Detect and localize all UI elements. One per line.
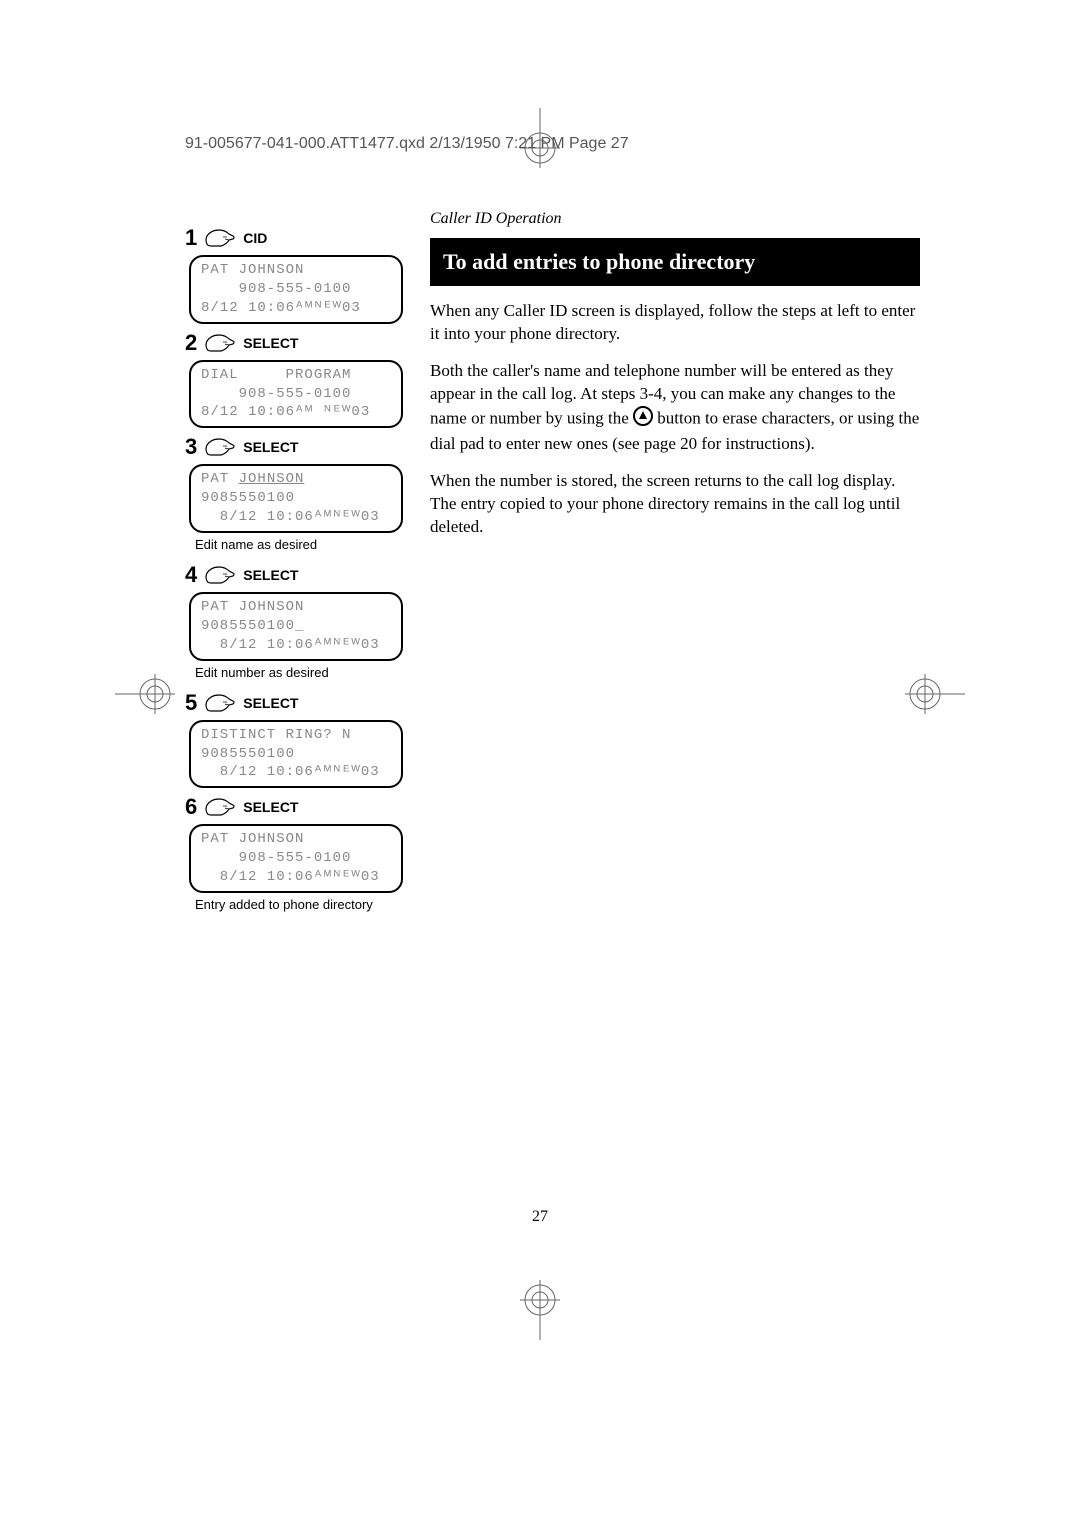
lcd-line: 8/12 10:06ᴬᴹᴺᴱᵂ03 bbox=[201, 868, 391, 887]
step-caption: Edit number as desired bbox=[195, 665, 405, 680]
step-header: 1 CID bbox=[185, 225, 405, 251]
press-finger-icon bbox=[203, 795, 237, 819]
press-finger-icon bbox=[203, 226, 237, 250]
step-number: 4 bbox=[185, 562, 197, 588]
step-number: 1 bbox=[185, 225, 197, 251]
step-header: 6 SELECT bbox=[185, 794, 405, 820]
lcd-line: PAT JOHNSON bbox=[201, 598, 391, 617]
lcd-line: 8/12 10:06ᴬᴹ ᴺᴱᵂ03 bbox=[201, 403, 391, 422]
lcd-screen: PAT JOHNSON9085550100 8/12 10:06ᴬᴹᴺᴱᵂ03 bbox=[189, 464, 403, 533]
step-label: SELECT bbox=[243, 695, 298, 711]
step-5: 5 SELECT DISTINCT RING? N9085550100 8/12 1… bbox=[185, 690, 405, 789]
step-header: 3 SELECT bbox=[185, 434, 405, 460]
lcd-screen: PAT JOHNSON 908-555-01008/12 10:06ᴬᴹᴺᴱᵂ0… bbox=[189, 255, 403, 324]
crop-mark-right-icon bbox=[905, 664, 965, 724]
press-finger-icon bbox=[203, 563, 237, 587]
step-1: 1 CID PAT JOHNSON 908-555-01008/12 10:06ᴬᴹ… bbox=[185, 225, 405, 324]
body-text: When any Caller ID screen is displayed, … bbox=[430, 300, 920, 538]
press-finger-icon bbox=[203, 691, 237, 715]
step-3: 3 SELECT PAT JOHNSON9085550100 8/12 10:06ᴬ… bbox=[185, 434, 405, 552]
page-title: To add entries to phone directory bbox=[430, 238, 920, 286]
step-caption: Entry added to phone directory bbox=[195, 897, 405, 912]
crop-mark-left-icon bbox=[115, 664, 175, 724]
crop-mark-bottom-icon bbox=[510, 1280, 570, 1340]
step-number: 5 bbox=[185, 690, 197, 716]
lcd-screen: PAT JOHNSON9085550100_ 8/12 10:06ᴬᴹᴺᴱᵂ03 bbox=[189, 592, 403, 661]
step-label: SELECT bbox=[243, 335, 298, 351]
step-label: SELECT bbox=[243, 567, 298, 583]
steps-column: 1CIDPAT JOHNSON 908-555-01008/12 10:06ᴬᴹ… bbox=[185, 225, 405, 922]
lcd-screen: DIAL PROGRAM 908-555-01008/12 10:06ᴬᴹ ᴺᴱ… bbox=[189, 360, 403, 429]
lcd-line: 8/12 10:06ᴬᴹᴺᴱᵂ03 bbox=[201, 636, 391, 655]
paragraph-2: Both the caller's name and telephone num… bbox=[430, 360, 920, 456]
press-finger-icon bbox=[203, 331, 237, 355]
section-label: Caller ID Operation bbox=[430, 210, 920, 228]
lcd-line: PAT JOHNSON bbox=[201, 261, 391, 280]
lcd-line: 8/12 10:06ᴬᴹᴺᴱᵂ03 bbox=[201, 299, 391, 318]
step-label: SELECT bbox=[243, 439, 298, 455]
step-caption: Edit name as desired bbox=[195, 537, 405, 552]
page-number: 27 bbox=[0, 1208, 1080, 1226]
lcd-line: 908-555-0100 bbox=[201, 849, 391, 868]
lcd-line: 908-555-0100 bbox=[201, 385, 391, 404]
step-header: 5 SELECT bbox=[185, 690, 405, 716]
content-column: Caller ID Operation To add entries to ph… bbox=[430, 210, 920, 552]
lcd-screen: DISTINCT RING? N9085550100 8/12 10:06ᴬᴹᴺ… bbox=[189, 720, 403, 789]
lcd-line: DIAL PROGRAM bbox=[201, 366, 391, 385]
lcd-line: 9085550100 bbox=[201, 745, 391, 764]
step-4: 4 SELECT PAT JOHNSON9085550100_ 8/12 10:06… bbox=[185, 562, 405, 680]
lcd-line: 8/12 10:06ᴬᴹᴺᴱᵂ03 bbox=[201, 763, 391, 782]
lcd-line: 8/12 10:06ᴬᴹᴺᴱᵂ03 bbox=[201, 508, 391, 527]
step-header: 2 SELECT bbox=[185, 330, 405, 356]
step-number: 3 bbox=[185, 434, 197, 460]
lcd-line: 9085550100 bbox=[201, 489, 391, 508]
volume-button-icon bbox=[633, 406, 653, 433]
step-6: 6 SELECT PAT JOHNSON 908-555-0100 8/12 10:… bbox=[185, 794, 405, 912]
print-header: 91-005677-041-000.ATT1477.qxd 2/13/1950 … bbox=[185, 135, 629, 153]
step-label: CID bbox=[243, 230, 267, 246]
lcd-line: DISTINCT RING? N bbox=[201, 726, 391, 745]
step-label: SELECT bbox=[243, 799, 298, 815]
lcd-line: 908-555-0100 bbox=[201, 280, 391, 299]
lcd-line: PAT JOHNSON bbox=[201, 470, 391, 489]
step-number: 6 bbox=[185, 794, 197, 820]
press-finger-icon bbox=[203, 435, 237, 459]
lcd-screen: PAT JOHNSON 908-555-0100 8/12 10:06ᴬᴹᴺᴱᵂ… bbox=[189, 824, 403, 893]
step-header: 4 SELECT bbox=[185, 562, 405, 588]
paragraph-1: When any Caller ID screen is displayed, … bbox=[430, 300, 920, 346]
paragraph-3: When the number is stored, the screen re… bbox=[430, 470, 920, 539]
step-number: 2 bbox=[185, 330, 197, 356]
step-2: 2 SELECT DIAL PROGRAM 908-555-01008/12 10:… bbox=[185, 330, 405, 429]
lcd-line: PAT JOHNSON bbox=[201, 830, 391, 849]
lcd-line: 9085550100_ bbox=[201, 617, 391, 636]
